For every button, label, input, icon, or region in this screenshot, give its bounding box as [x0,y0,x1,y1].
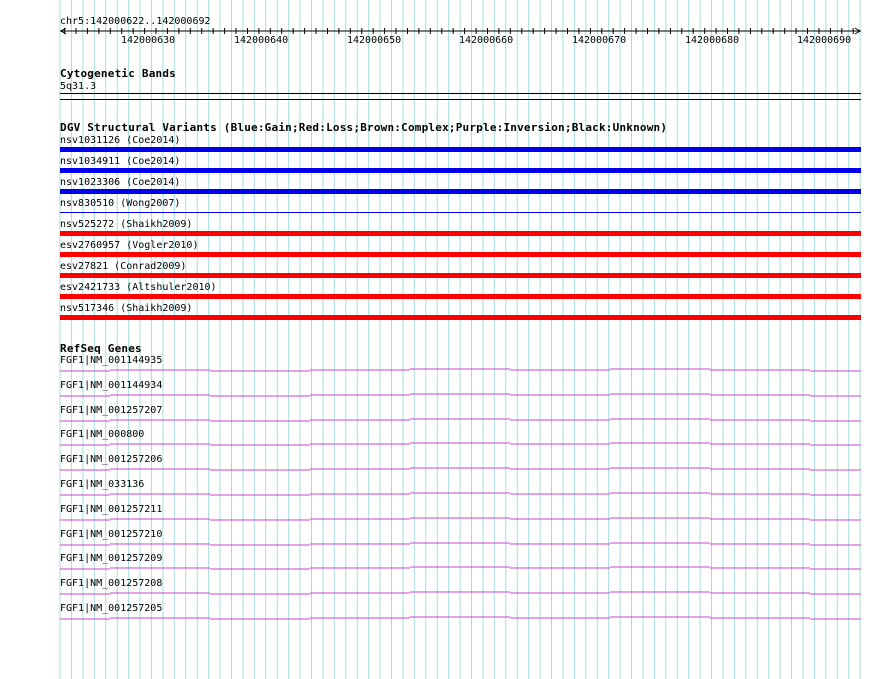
refseq-track-title: RefSeq Genes [60,342,142,355]
ruler-tick-label: 142000660 [459,35,514,46]
dgv-track-title: DGV Structural Variants (Blue:Gain;Red:L… [60,121,668,134]
ruler-tick-label: 142000680 [685,35,740,46]
dgv-variant-bar[interactable] [60,168,861,173]
dgv-variant-label[interactable]: nsv830510 (Wong2007) [60,198,180,209]
refseq-gene-model[interactable] [0,415,890,425]
cytoband-label: 5q31.3 [60,81,97,92]
refseq-gene-model[interactable] [0,464,890,474]
ruler-tick-label: 142000690 [797,35,852,46]
dgv-variant-bar[interactable] [60,231,861,236]
dgv-variant-bar[interactable] [60,147,861,152]
refseq-gene-model[interactable] [0,613,890,623]
ruler-tick-label: 142000630 [121,35,176,46]
dgv-variant-label[interactable]: esv2421733 (Altshuler2010) [60,282,217,293]
dgv-variant-label[interactable]: esv2760957 (Vogler2010) [60,240,198,251]
ruler-tick-label: 142000640 [234,35,289,46]
dgv-variant-label[interactable]: nsv1031126 (Coe2014) [60,135,180,146]
refseq-gene-model[interactable] [0,365,890,375]
refseq-gene-model[interactable] [0,514,890,524]
refseq-gene-model[interactable] [0,539,890,549]
dgv-variant-bar[interactable] [60,252,861,257]
dgv-variant-bar[interactable] [60,294,861,299]
dgv-variant-label[interactable]: nsv1023306 (Coe2014) [60,177,180,188]
cytoband-track-title: Cytogenetic Bands [60,67,176,80]
dgv-variant-label[interactable]: nsv517346 (Shaikh2009) [60,303,192,314]
refseq-gene-model[interactable] [0,588,890,598]
dgv-variant-label[interactable]: nsv1034911 (Coe2014) [60,156,180,167]
dgv-variant-bar[interactable] [60,212,861,213]
ruler-tick-label: 142000650 [347,35,402,46]
dgv-variant-bar[interactable] [60,273,861,278]
refseq-gene-model[interactable] [0,489,890,499]
cytoband-bar-bottom [60,99,861,100]
dgv-variant-label[interactable]: nsv525272 (Shaikh2009) [60,219,192,230]
dgv-variant-label[interactable]: esv27821 (Conrad2009) [60,261,186,272]
cytoband-bar-top [60,93,861,94]
dgv-variant-bar[interactable] [60,315,861,320]
refseq-gene-model[interactable] [0,439,890,449]
refseq-gene-model[interactable] [0,390,890,400]
dgv-variant-bar[interactable] [60,189,861,194]
ruler-tick-label: 142000670 [572,35,627,46]
refseq-gene-model[interactable] [0,563,890,573]
background-grid [59,0,861,679]
